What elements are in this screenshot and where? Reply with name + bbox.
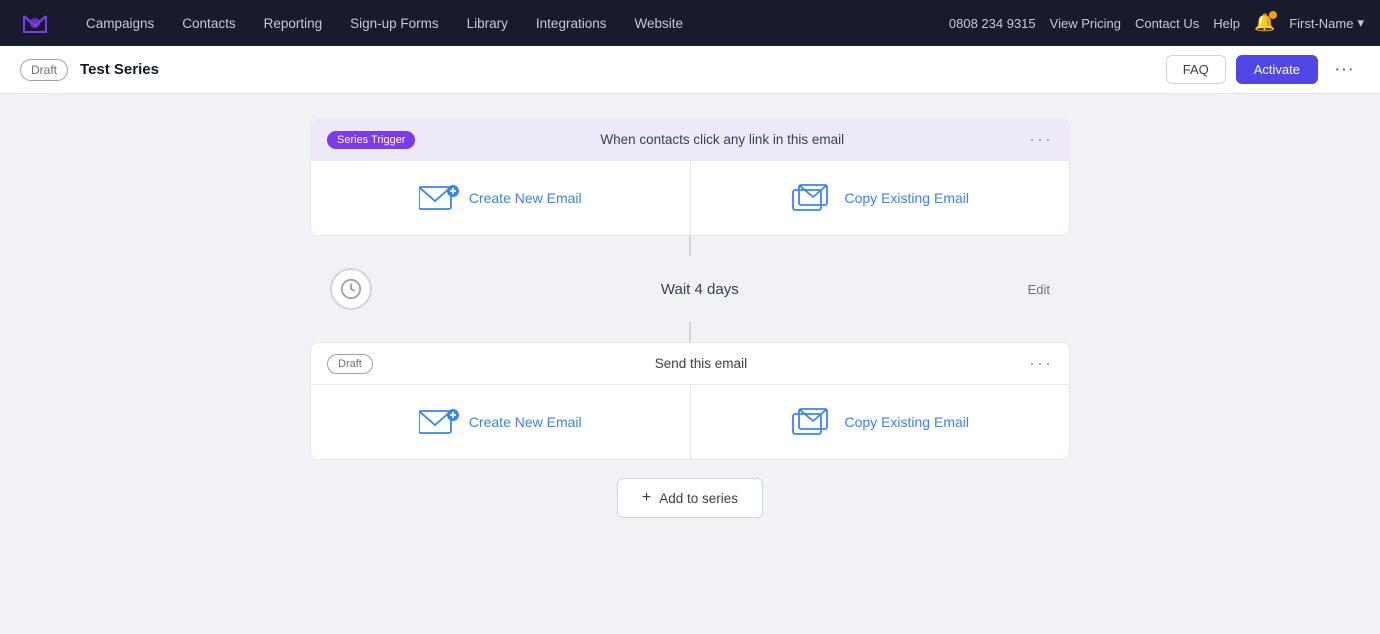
wait-card: Wait 4 days Edit [310,256,1070,322]
nav-campaigns[interactable]: Campaigns [72,0,168,46]
copy-email-label: Copy Existing Email [845,190,970,206]
trigger-create-email-button[interactable]: Create New Email [311,161,691,235]
send-copy-email-icon [791,407,835,437]
draft-badge: Draft [20,59,68,81]
add-to-series-button[interactable]: + Add to series [617,478,763,518]
chevron-down-icon: ▾ [1357,15,1364,31]
send-draft-badge: Draft [327,354,373,374]
activate-button[interactable]: Activate [1236,55,1318,84]
connector-2 [689,322,691,342]
nav-signup-forms[interactable]: Sign-up Forms [336,0,453,46]
send-description: Send this email [383,356,1019,371]
view-pricing-link[interactable]: View Pricing [1050,16,1121,31]
subheader-actions: FAQ Activate ··· [1166,54,1360,85]
create-email-icon [419,183,459,213]
phone-number: 0808 234 9315 [949,16,1036,31]
wait-duration-text: Wait 4 days [388,281,1012,298]
wait-edit-button[interactable]: Edit [1028,282,1050,297]
notifications-bell[interactable]: 🔔 [1254,13,1275,33]
nav-library[interactable]: Library [453,0,522,46]
send-more-button[interactable]: ··· [1029,353,1053,374]
nav-links: Campaigns Contacts Reporting Sign-up For… [72,0,949,46]
subheader-more-button[interactable]: ··· [1328,54,1360,85]
add-series-container: + Add to series [617,478,763,518]
main-content: Series Trigger When contacts click any l… [0,94,1380,542]
nav-website[interactable]: Website [620,0,697,46]
trigger-email-options: Create New Email Copy Existing Email [311,160,1069,235]
user-menu[interactable]: First-Name ▾ [1289,15,1364,31]
trigger-more-button[interactable]: ··· [1029,129,1053,150]
wait-icon-circle [330,268,372,310]
subheader: Draft Test Series FAQ Activate ··· [0,46,1380,94]
send-card: Draft Send this email ··· Create New Ema… [310,342,1070,460]
series-trigger-badge: Series Trigger [327,131,415,149]
series-title: Test Series [80,61,159,78]
nav-integrations[interactable]: Integrations [522,0,621,46]
user-name: First-Name [1289,16,1353,31]
nav-reporting[interactable]: Reporting [250,0,337,46]
trigger-copy-email-button[interactable]: Copy Existing Email [691,161,1070,235]
faq-button[interactable]: FAQ [1166,55,1226,84]
contact-us-link[interactable]: Contact Us [1135,16,1199,31]
send-create-email-label: Create New Email [469,414,582,430]
notification-dot [1269,11,1277,19]
connector-1 [689,236,691,256]
send-copy-email-label: Copy Existing Email [845,414,970,430]
add-series-label: Add to series [659,491,738,506]
nav-right: 0808 234 9315 View Pricing Contact Us He… [949,13,1364,33]
send-header: Draft Send this email ··· [311,343,1069,384]
plus-icon: + [642,489,651,507]
navbar: Campaigns Contacts Reporting Sign-up For… [0,0,1380,46]
logo[interactable] [16,4,54,42]
copy-email-icon [791,183,835,213]
clock-icon [340,278,362,300]
nav-contacts[interactable]: Contacts [168,0,249,46]
trigger-card: Series Trigger When contacts click any l… [310,118,1070,236]
send-email-options: Create New Email Copy Existing Email [311,384,1069,459]
trigger-header: Series Trigger When contacts click any l… [311,119,1069,160]
help-link[interactable]: Help [1213,16,1240,31]
send-copy-email-button[interactable]: Copy Existing Email [691,385,1070,459]
trigger-description: When contacts click any link in this ema… [425,132,1019,147]
send-create-email-icon [419,407,459,437]
create-email-label: Create New Email [469,190,582,206]
send-create-email-button[interactable]: Create New Email [311,385,691,459]
